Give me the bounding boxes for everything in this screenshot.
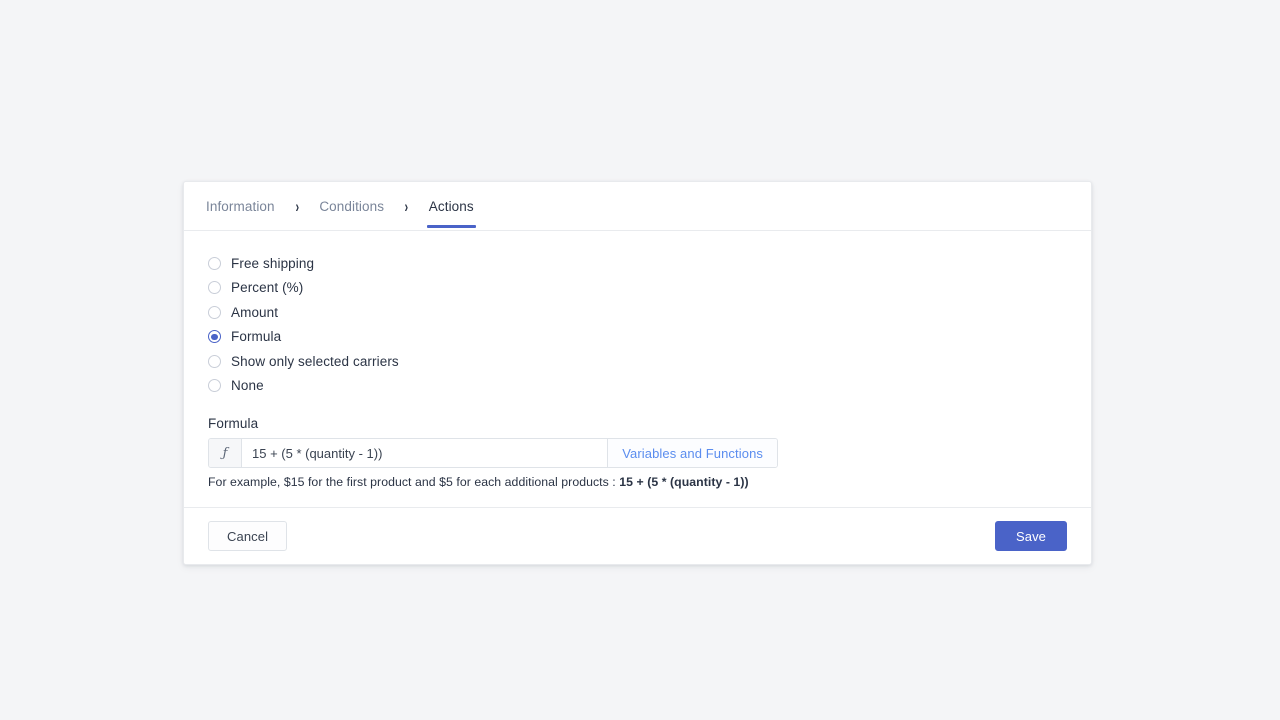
chevron-right-icon: › xyxy=(404,196,409,216)
radio-icon[interactable] xyxy=(208,281,221,295)
radio-icon-selected[interactable] xyxy=(208,330,221,344)
variables-and-functions-label: Variables and Functions xyxy=(622,445,763,461)
radio-icon[interactable] xyxy=(208,379,221,393)
radio-option-free-shipping[interactable]: Free shipping xyxy=(208,251,1067,276)
tab-information[interactable]: Information xyxy=(206,185,275,227)
formula-help-example: 15 + (5 * (quantity - 1)) xyxy=(619,475,749,489)
card-footer: Cancel Save xyxy=(184,507,1091,564)
radio-option-percent[interactable]: Percent (%) xyxy=(208,276,1067,301)
function-icon: ƒ xyxy=(209,439,242,467)
tab-actions[interactable]: Actions xyxy=(426,185,476,228)
tab-conditions[interactable]: Conditions xyxy=(319,185,384,227)
radio-option-label: Free shipping xyxy=(231,255,315,271)
radio-option-label: Amount xyxy=(231,304,279,320)
formula-input-group: ƒ Variables and Functions xyxy=(208,438,778,468)
radio-icon[interactable] xyxy=(208,256,221,270)
formula-help-text: For example, $15 for the first product a… xyxy=(208,475,1067,489)
radio-option-amount[interactable]: Amount xyxy=(208,300,1067,325)
radio-option-label: None xyxy=(231,378,264,394)
tab-information-label: Information xyxy=(206,199,275,214)
radio-option-label: Percent (%) xyxy=(231,280,304,296)
radio-option-none[interactable]: None xyxy=(208,374,1067,399)
save-button[interactable]: Save xyxy=(994,521,1067,551)
action-settings-body: Free shipping Percent (%) Amount Formula… xyxy=(184,231,1091,507)
radio-option-label: Show only selected carriers xyxy=(231,353,399,369)
cancel-button[interactable]: Cancel xyxy=(208,521,288,551)
formula-input[interactable] xyxy=(242,439,608,467)
tab-conditions-label: Conditions xyxy=(319,199,385,214)
action-settings-card: Information › Conditions › Actions Free … xyxy=(183,181,1092,565)
wizard-tab-bar: Information › Conditions › Actions xyxy=(184,182,1091,231)
chevron-right-icon: › xyxy=(295,196,299,216)
radio-icon[interactable] xyxy=(208,305,221,319)
radio-option-formula[interactable]: Formula xyxy=(208,325,1067,350)
radio-option-label: Formula xyxy=(231,329,282,345)
variables-and-functions-button[interactable]: Variables and Functions xyxy=(607,439,777,467)
formula-help-prefix: For example, $15 for the first product a… xyxy=(208,475,620,489)
tab-actions-label: Actions xyxy=(428,199,474,214)
formula-field-label: Formula xyxy=(208,416,259,431)
radio-icon[interactable] xyxy=(208,354,221,368)
radio-option-show-only-selected-carriers[interactable]: Show only selected carriers xyxy=(208,349,1067,374)
